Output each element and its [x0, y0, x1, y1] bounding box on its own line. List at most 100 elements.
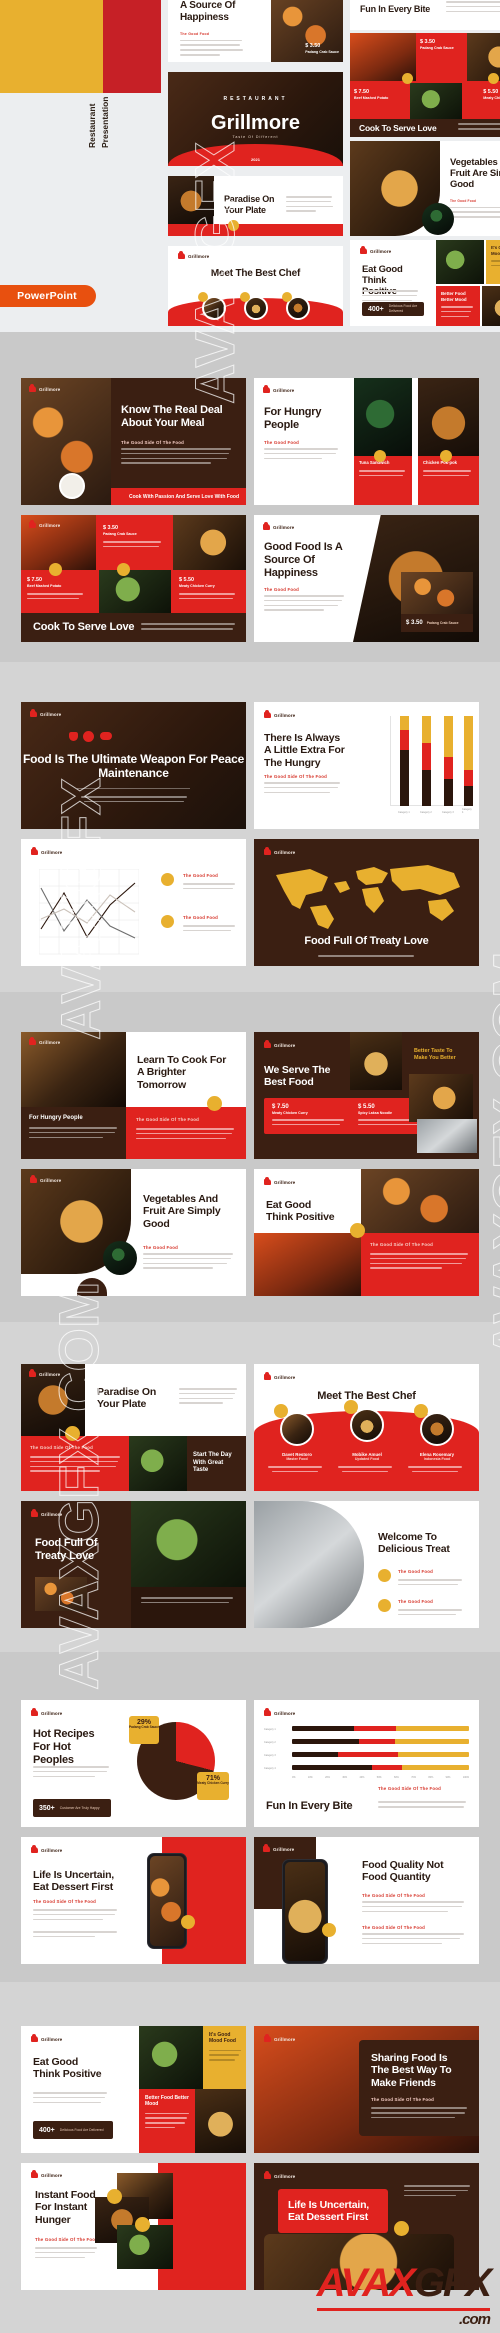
price-value: $ 5.50 — [179, 577, 194, 583]
slide-vegetables-fruit[interactable]: Grillmore Vegetables And Fruit Are Simpl… — [21, 1169, 246, 1296]
chef-card: Davet Restoro Master Food — [268, 1452, 326, 1476]
chip-icon — [440, 450, 452, 462]
slide-kicker: The Good Side Of The Food — [362, 1893, 426, 1898]
line-chart-svg — [38, 868, 140, 955]
slide-food-quality[interactable]: Grillmore Food Quality Not Food Quantity… — [254, 1837, 479, 1964]
slide-good-food-source[interactable]: Grillmore Good Food Is A Source Of Happi… — [254, 515, 479, 642]
header-slide-eatgood[interactable]: Grillmore Eat Good Think Positive 400+ D… — [350, 240, 500, 326]
paradise-red-strip — [168, 224, 343, 236]
slide-food-treaty-love[interactable]: Grillmore Food Full Of Treaty Love — [21, 1501, 246, 1628]
chip-icon — [274, 1404, 288, 1418]
header-slide-paradise[interactable]: Paradise On Your Plate — [168, 176, 343, 236]
slide-learn-to-cook[interactable]: Grillmore Learn To Cook For A Brighter T… — [21, 1032, 246, 1159]
chart-tick: Category 1 — [398, 811, 410, 814]
logo-name: Grillmore — [40, 711, 62, 717]
header-hero: Grillmore Restaurant Presentation PowerP… — [0, 0, 500, 332]
logo-name: Grillmore — [41, 2172, 63, 2178]
logo: Grillmore — [29, 520, 60, 528]
photo — [361, 1169, 479, 1233]
chip-icon — [344, 1400, 358, 1414]
logo-name: Grillmore — [273, 1846, 295, 1852]
world-map-svg — [276, 865, 460, 929]
slide-kicker: The Good Side Of The Food — [378, 1786, 442, 1791]
slide-title: Food Quality Not Food Quantity — [362, 1859, 444, 1884]
section-5: Grillmore Hot Recipes For Hot Peoples 35… — [0, 1652, 500, 1982]
price-name: Padang Crab Sauce — [426, 620, 459, 625]
slide-title: Fun In Every Bite — [360, 4, 431, 14]
powerpoint-badge[interactable]: PowerPoint — [0, 285, 96, 307]
price-value: $ 3.50 — [305, 43, 321, 49]
mood-card-yellow: It's Good Mood Food — [203, 2026, 246, 2089]
card-title: It's Good Mood Food — [491, 245, 500, 256]
photo — [103, 1241, 137, 1275]
card-title: Better Food Better Mood — [441, 291, 467, 302]
chef-role: Updated Food — [354, 1457, 380, 1461]
chip-icon — [402, 73, 413, 84]
slide-cook-to-serve-love[interactable]: Grillmore $ 3.50 Padang Crab Sauce $ 7.5… — [21, 515, 246, 642]
slide-ultimate-weapon[interactable]: Grillmore Food Is The Ultimate Weapon Fo… — [21, 702, 246, 829]
logo: Grillmore — [31, 847, 62, 855]
slide-title: Eat Good Think Positive — [33, 2056, 102, 2081]
slide-line-chart[interactable]: Grillmore The Good Food The Good Food — [21, 839, 246, 966]
side-text: Better Taste To Make You Better — [414, 1048, 456, 1062]
slide-kicker: The Good Food — [264, 440, 300, 445]
chip-icon — [117, 563, 130, 576]
logo-name: Grillmore — [41, 2036, 63, 2042]
header-slide-cook[interactable]: $ 3.50 Padang Crab Sauce $ 7.50 Beef Mas… — [350, 33, 500, 137]
red-panel: The Good Side Of The Food — [126, 1107, 246, 1159]
chart-tick: Category 2 — [420, 811, 432, 814]
feature-item: The Good Food — [398, 1599, 462, 1619]
slide-treaty-love[interactable]: Grillmore Food Full Of Treaty Love — [254, 839, 479, 966]
slide-little-extra[interactable]: Grillmore There Is Always A Little Extra… — [254, 702, 479, 829]
logo-name: Grillmore — [273, 387, 295, 393]
header-slide-chef[interactable]: Grillmore Meet The Best Chef — [168, 246, 343, 326]
photo — [436, 240, 484, 284]
slide-title: Sharing Food Is The Best Way To Make Fri… — [371, 2052, 452, 2089]
menu-card: Chicken Pok-pok — [418, 456, 479, 505]
chart-axis-ticks: 0% 10% 20% 30% 40% 50% 60% 70% 80% 90% 100% — [292, 1776, 469, 1779]
photo — [117, 2225, 173, 2269]
price-name: Meaty Chicken Curry — [272, 1111, 308, 1115]
slide-fun-every-bite[interactable]: Grillmore Category 1 Category 2 Category… — [254, 1700, 479, 1827]
slide-paradise-plate[interactable]: Grillmore Paradise On Your Plate The Goo… — [21, 1364, 246, 1491]
slide-eat-good-b[interactable]: Grillmore Eat Good Think Positive 400+ D… — [21, 2026, 246, 2153]
slide-title: Food Full Of Treaty Love — [304, 935, 429, 947]
header-slide-vegetables[interactable]: Vegetables And Fruit Are Simply Good The… — [350, 141, 500, 236]
photo — [99, 570, 171, 613]
bar-row — [292, 1765, 469, 1770]
header-slide-fun[interactable]: Fun In Every Bite The Good Side Of The F… — [350, 0, 500, 30]
slide-meet-best-chef[interactable]: Grillmore Meet The Best Chef Davet Resto… — [254, 1364, 479, 1491]
logo-name: Grillmore — [274, 2173, 296, 2179]
logo-name: Grillmore — [274, 1042, 296, 1048]
dark-panel: For Hungry People — [21, 1107, 126, 1159]
slide-kicker: The Good Side Of The Food — [362, 1925, 426, 1930]
slide-life-uncertain[interactable]: Grillmore Life Is Uncertain, Eat Dessert… — [21, 1837, 246, 1964]
logo-mark-icon — [264, 1372, 271, 1380]
header-slide-cover[interactable]: RESTAURANT Grillmore Taste Of Different … — [168, 72, 343, 166]
meat-icon — [69, 732, 78, 741]
header-slide-happiness[interactable]: A Source Of Happiness The Good Food $ 3.… — [168, 0, 343, 62]
slide-instant-food[interactable]: Grillmore Instant Food For Instant Hunge… — [21, 2163, 246, 2290]
photo — [35, 1577, 87, 1611]
logo: Grillmore — [264, 710, 295, 718]
slide-know-real-deal[interactable]: Grillmore Know The Real Deal About Your … — [21, 378, 246, 505]
slide-for-hungry-people[interactable]: Grillmore For Hungry People The Good Foo… — [254, 378, 479, 505]
logo: Grillmore — [264, 1040, 296, 1048]
avatar — [420, 1412, 454, 1446]
photo — [168, 176, 214, 226]
slide-hot-recipes[interactable]: Grillmore Hot Recipes For Hot Peoples 35… — [21, 1700, 246, 1827]
chip-icon — [350, 1223, 365, 1238]
slide-eat-good-a[interactable]: Grillmore Eat Good Think Positive The Go… — [254, 1169, 479, 1296]
logo-mark-icon — [360, 246, 367, 254]
slide-serve-best-food[interactable]: Grillmore We Serve The Best Food Better … — [254, 1032, 479, 1159]
logo-name: Grillmore — [39, 1039, 61, 1045]
red-panel: The Good Side Of The Food — [21, 1436, 129, 1491]
chip-icon — [228, 220, 239, 231]
pan-icon — [83, 731, 94, 742]
chip-icon — [181, 1915, 195, 1929]
slide-sharing-food[interactable]: Grillmore Sharing Food Is The Best Way T… — [254, 2026, 479, 2153]
slide-title: Instant Food For Instant Hunger — [35, 2189, 96, 2226]
slide-welcome-treat[interactable]: Grillmore Welcome To Delicious Treat The… — [254, 1501, 479, 1628]
dark-strip — [131, 1587, 246, 1628]
section-1: Grillmore Know The Real Deal About Your … — [0, 332, 500, 662]
